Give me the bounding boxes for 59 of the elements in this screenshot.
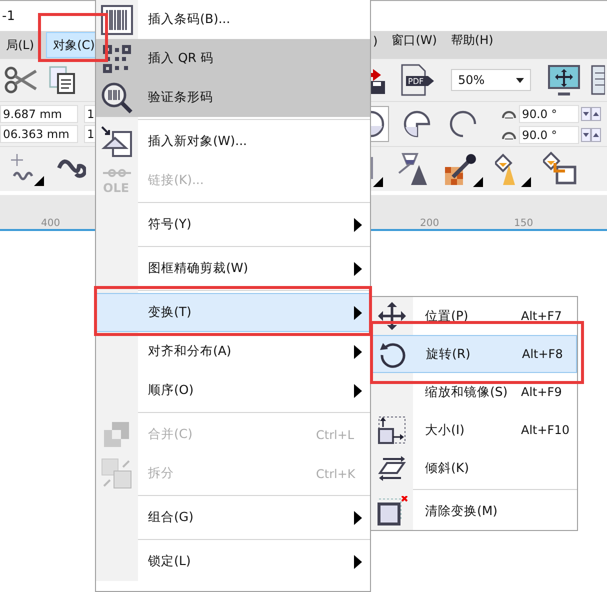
menu-item[interactable]: 大小(I) Alt+F10 <box>371 411 577 449</box>
menu-item[interactable]: 倾斜(K) <box>371 449 577 487</box>
angle-field[interactable]: 90.0 ° <box>519 126 579 144</box>
menu-item[interactable]: 窗口(W) <box>386 28 443 52</box>
eyedropper-icon[interactable] <box>443 151 483 187</box>
insert-object-icon <box>101 126 133 158</box>
clear-transform-icon <box>376 496 408 526</box>
fill-icon[interactable] <box>495 151 531 187</box>
skew-icon <box>377 453 407 483</box>
angle-field[interactable]: 90.0 ° <box>519 104 579 122</box>
spinner-icon[interactable] <box>581 128 601 142</box>
submenu-arrow-icon <box>354 218 362 232</box>
spinner-icon[interactable] <box>581 106 601 120</box>
options-icon[interactable] <box>591 64 605 96</box>
menu-item[interactable]: 插入 QR 码 <box>96 39 370 78</box>
break-apart-icon <box>101 458 133 490</box>
full-screen-icon[interactable] <box>547 64 581 96</box>
submenu-arrow-icon <box>354 344 362 358</box>
menu-item[interactable]: 局(L) <box>0 32 40 56</box>
menu-item[interactable]: 验证条形码 <box>96 78 370 117</box>
combine-icon <box>102 420 132 450</box>
position-field[interactable]: 9.687 mm <box>0 105 78 123</box>
menu-item[interactable]: 锁定(L) <box>96 542 370 581</box>
menu-item[interactable]: 组合(G) <box>96 498 370 537</box>
angle-icon <box>501 130 517 140</box>
menu-item[interactable]: 顺序(O) <box>96 371 370 410</box>
magnifier-barcode-icon <box>101 82 133 114</box>
menu-item[interactable]: 清除变换(M) <box>371 492 577 530</box>
paste-icon[interactable] <box>48 65 78 95</box>
smart-fill-icon[interactable] <box>543 151 579 187</box>
submenu-arrow-icon <box>354 384 362 398</box>
ruler-label: 150 <box>514 218 534 229</box>
move-arrows-icon <box>377 301 407 331</box>
submenu-arrow-icon <box>354 306 362 320</box>
submenu-arrow-icon <box>354 510 362 524</box>
menu-item[interactable]: 旋转(R) Alt+F8 <box>371 335 577 373</box>
freehand-tool-icon[interactable] <box>8 152 44 186</box>
submenu-arrow-icon <box>354 554 362 568</box>
menu-item[interactable]: ) <box>367 28 384 52</box>
position-field[interactable]: 06.363 mm <box>0 125 78 143</box>
angle-icon <box>501 108 517 118</box>
menu-item[interactable]: 插入新对象(W)... <box>96 122 370 161</box>
menu-item[interactable]: 变换(T) <box>96 293 370 332</box>
resize-icon <box>377 415 407 445</box>
window-title: -1 <box>2 8 15 24</box>
scissors-icon[interactable] <box>4 65 38 95</box>
menu-item[interactable]: 缩放和镜像(S) Alt+F9 <box>371 373 577 411</box>
barcode-icon <box>101 4 133 34</box>
menu-item[interactable]: 帮助(H) <box>444 28 500 52</box>
qr-code-icon <box>102 44 132 74</box>
menu-item[interactable]: 图框精确剪裁(W) <box>96 249 370 288</box>
ruler-label: 200 <box>420 218 440 229</box>
menu-item[interactable]: 位置(P) Alt+F7 <box>371 297 577 335</box>
ruler-label: 400 <box>41 218 60 229</box>
submenu-arrow-icon <box>354 262 362 276</box>
menu-item[interactable]: 符号(Y) <box>96 205 370 244</box>
zoom-combo[interactable]: 50% <box>451 69 531 91</box>
menu-item[interactable]: 对齐和分布(A) <box>96 332 370 371</box>
caret-icon <box>516 78 524 82</box>
